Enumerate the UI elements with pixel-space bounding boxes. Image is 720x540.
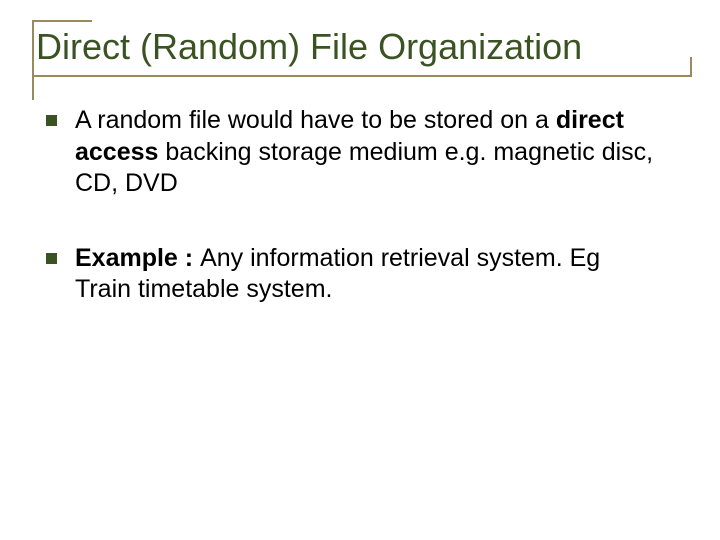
bullet-square-icon	[46, 253, 57, 264]
bullet-text: Example : Any information retrieval syst…	[75, 243, 662, 306]
bullet-text: A random file would have to be stored on…	[75, 105, 662, 199]
title-area: Direct (Random) File Organization	[28, 20, 692, 77]
title-border	[32, 75, 692, 77]
body-content: A random file would have to be stored on…	[28, 105, 692, 305]
text-run: backing storage medium e.g. magnetic dis…	[75, 138, 653, 197]
bullet-square-icon	[46, 115, 57, 126]
title-border	[32, 20, 92, 22]
slide: Direct (Random) File Organization A rand…	[0, 0, 720, 540]
text-run-bold: Example :	[75, 244, 200, 272]
list-item: Example : Any information retrieval syst…	[46, 243, 662, 306]
page-title: Direct (Random) File Organization	[34, 26, 692, 67]
title-border	[32, 20, 34, 100]
text-run: A random file would have to be stored on…	[75, 106, 556, 134]
title-border	[690, 57, 692, 77]
list-item: A random file would have to be stored on…	[46, 105, 662, 199]
